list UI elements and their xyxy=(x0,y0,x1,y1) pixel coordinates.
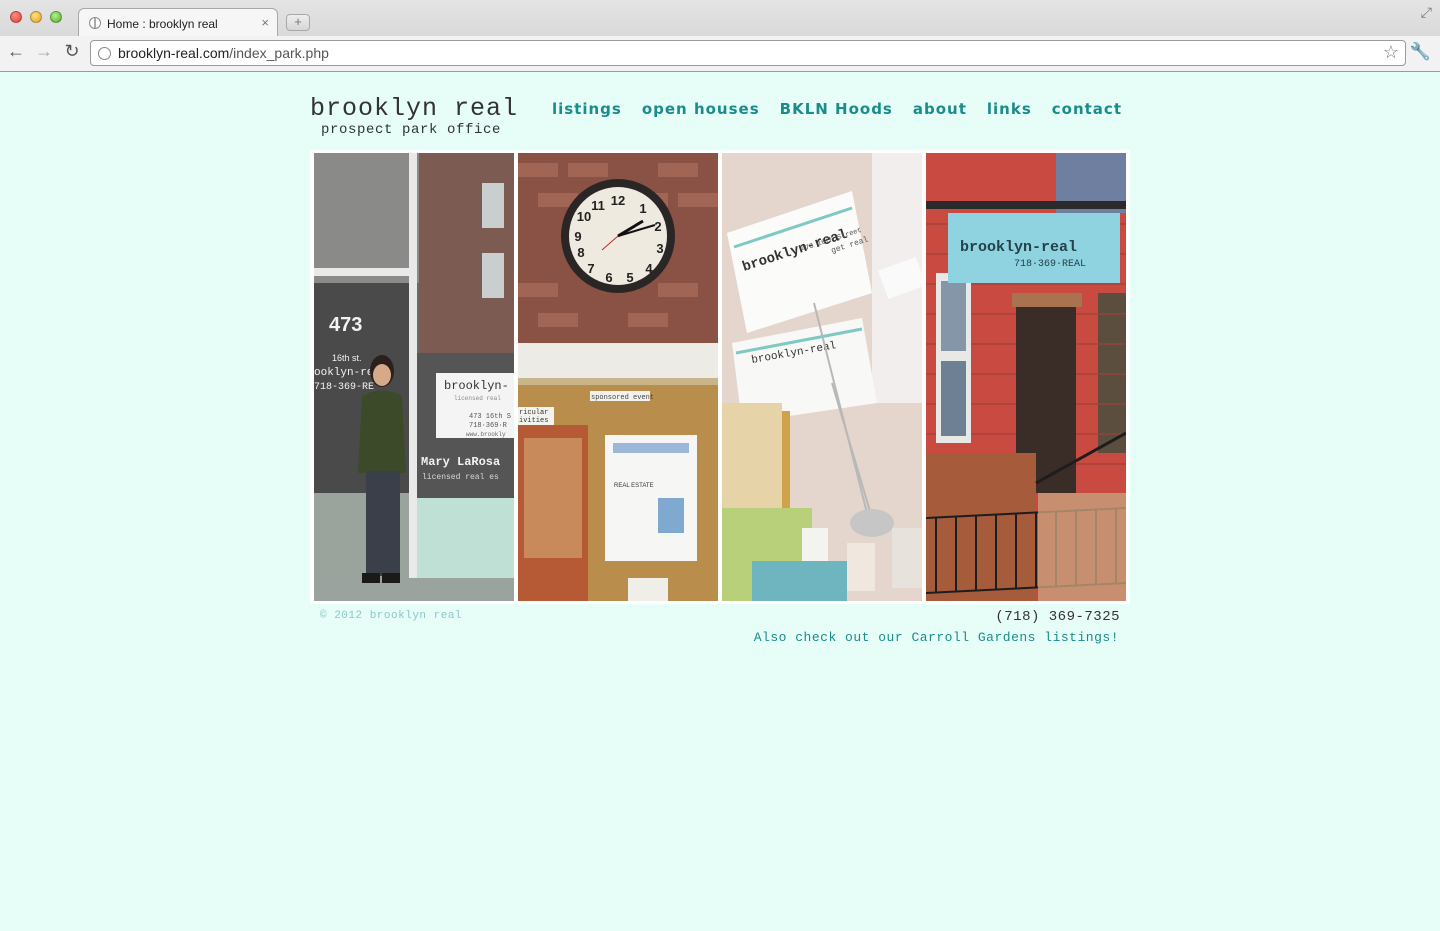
svg-text:6: 6 xyxy=(605,270,612,285)
hanging-sign-brand: brooklyn-real xyxy=(960,239,1077,256)
clock-photo: 12 1 2 345 678 9 10 11 sponsored event ricul… xyxy=(518,153,718,601)
globe-icon xyxy=(98,47,111,60)
agent-title-lettering: licensed real es xyxy=(422,473,499,482)
window-sign-brand: brooklyn- xyxy=(444,379,509,393)
nav-bkln-hoods[interactable]: BKLN Hoods xyxy=(780,100,893,118)
photo-gallery: 473 16th st. ooklyn-re 718-369-RE brookl… xyxy=(310,150,1130,604)
svg-text:8: 8 xyxy=(577,245,584,260)
svg-text:4: 4 xyxy=(645,261,653,276)
tab-strip: Home : brooklyn real × + ⤢ xyxy=(0,0,1440,37)
site-subtitle: prospect park office xyxy=(321,122,502,138)
svg-text:12: 12 xyxy=(611,193,625,208)
svg-text:11: 11 xyxy=(591,198,605,213)
new-tab-button[interactable]: + xyxy=(286,14,310,31)
sign-photo: brooklyn-real 718·369·REAL xyxy=(926,153,1126,601)
svg-text:5: 5 xyxy=(626,270,633,285)
close-window-button[interactable] xyxy=(10,11,22,23)
site-name: brooklyn real xyxy=(310,94,519,123)
page: brooklyn real prospect park office listi… xyxy=(0,72,1440,931)
browser-tab[interactable]: Home : brooklyn real × xyxy=(78,8,278,37)
storefront-name-line: ooklyn-re xyxy=(314,367,373,379)
bookmark-star-icon[interactable]: ☆ xyxy=(1383,42,1399,63)
forward-arrow-icon[interactable]: → xyxy=(32,41,56,62)
copyright-text: © 2012 brooklyn real xyxy=(320,610,463,622)
agent-name-lettering: Mary LaRosa xyxy=(421,455,500,469)
window-sign-address: 473 16th S xyxy=(469,413,511,421)
storefront-phone-line: 718-369-RE xyxy=(314,382,374,393)
url-host: brooklyn-real.com xyxy=(118,45,230,61)
svg-text:2: 2 xyxy=(654,219,661,234)
tab-close-icon[interactable]: × xyxy=(261,15,269,30)
nav-links[interactable]: links xyxy=(987,100,1032,118)
office-phone: (718) 369-7325 xyxy=(995,609,1120,625)
curricular-note: ricular xyxy=(519,409,548,417)
nav-open-houses[interactable]: open houses xyxy=(642,100,760,118)
activities-note: ivities xyxy=(519,417,548,425)
window-sign-phone: 718·369·R xyxy=(469,422,508,430)
main-nav: listings open houses BKLN Hoods about li… xyxy=(552,100,1122,118)
hanging-sign-phone: 718·369·REAL xyxy=(1014,259,1086,270)
tab-title: Home : brooklyn real xyxy=(107,17,218,31)
svg-text:10: 10 xyxy=(577,209,591,224)
svg-text:7: 7 xyxy=(587,261,594,276)
reload-icon[interactable]: ↻ xyxy=(60,41,84,62)
sponsored-event-note: sponsored event xyxy=(591,394,654,402)
browser-chrome: Home : brooklyn real × + ⤢ ← → ↻ brookly… xyxy=(0,0,1440,72)
business-cards-photo: brooklyn-real 473 16th Street get real b… xyxy=(722,153,922,601)
zoom-window-button[interactable] xyxy=(50,11,62,23)
nav-about[interactable]: about xyxy=(913,100,967,118)
globe-icon xyxy=(89,17,101,29)
svg-text:9: 9 xyxy=(574,229,581,244)
wrench-icon[interactable]: 🔧 xyxy=(1410,42,1431,62)
browser-toolbar: ← → ↻ brooklyn-real.com/index_park.php ☆… xyxy=(0,36,1440,71)
url-path: /index_park.php xyxy=(229,45,329,61)
back-arrow-icon[interactable]: ← xyxy=(4,41,28,62)
real-estate-clipping: REAL ESTATE xyxy=(614,483,654,489)
svg-text:3: 3 xyxy=(656,241,663,256)
svg-text:1: 1 xyxy=(639,201,646,216)
nav-contact[interactable]: contact xyxy=(1052,100,1122,118)
storefront-street: 16th st. xyxy=(332,353,362,363)
fullscreen-icon[interactable]: ⤢ xyxy=(1421,4,1432,21)
minimize-window-button[interactable] xyxy=(30,11,42,23)
carroll-gardens-link[interactable]: Also check out our Carroll Gardens listi… xyxy=(754,630,1119,645)
window-sign-web: www.brookly xyxy=(466,431,506,438)
nav-listings[interactable]: listings xyxy=(552,100,622,118)
storefront-number: 473 xyxy=(329,314,362,336)
address-bar[interactable]: brooklyn-real.com/index_park.php ☆ xyxy=(90,40,1406,66)
site-logo[interactable]: brooklyn real prospect park office xyxy=(310,94,519,138)
url-text[interactable]: brooklyn-real.com/index_park.php xyxy=(118,45,329,61)
storefront-photo: 473 16th st. ooklyn-re 718-369-RE brookl… xyxy=(314,153,514,601)
window-sign-sub: licensed real xyxy=(454,395,501,402)
